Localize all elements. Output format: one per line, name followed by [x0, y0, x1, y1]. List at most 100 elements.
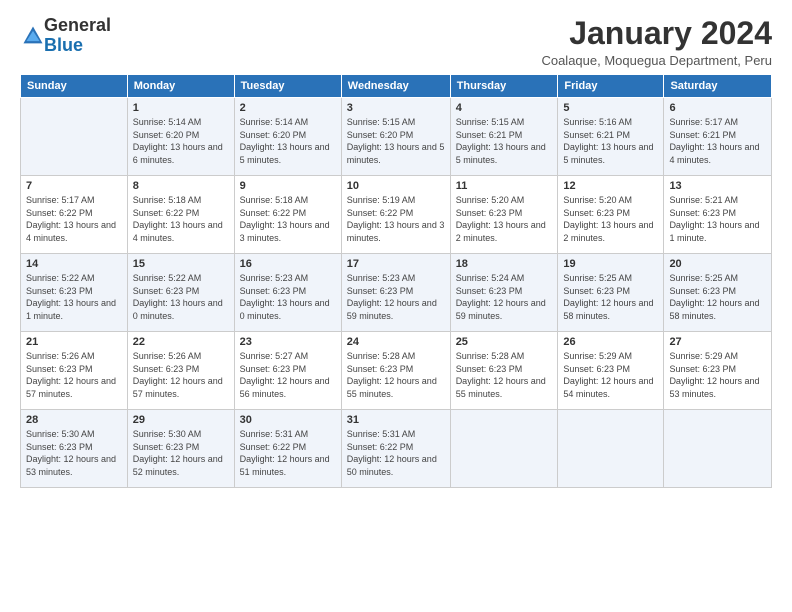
table-row: 12 Sunrise: 5:20 AMSunset: 6:23 PMDaylig…: [558, 176, 664, 254]
table-row: [21, 98, 128, 176]
day-number: 31: [347, 414, 445, 426]
day-info: Sunrise: 5:20 AMSunset: 6:23 PMDaylight:…: [563, 194, 658, 244]
day-info: Sunrise: 5:25 AMSunset: 6:23 PMDaylight:…: [669, 272, 766, 322]
table-row: 16 Sunrise: 5:23 AMSunset: 6:23 PMDaylig…: [234, 254, 341, 332]
day-number: 21: [26, 336, 122, 348]
table-row: 11 Sunrise: 5:20 AMSunset: 6:23 PMDaylig…: [450, 176, 558, 254]
day-info: Sunrise: 5:28 AMSunset: 6:23 PMDaylight:…: [347, 350, 445, 400]
col-thursday: Thursday: [450, 75, 558, 98]
day-info: Sunrise: 5:30 AMSunset: 6:23 PMDaylight:…: [133, 428, 229, 478]
day-number: 24: [347, 336, 445, 348]
day-number: 27: [669, 336, 766, 348]
day-number: 15: [133, 258, 229, 270]
table-row: 4 Sunrise: 5:15 AMSunset: 6:21 PMDayligh…: [450, 98, 558, 176]
day-number: 2: [240, 102, 336, 114]
month-title: January 2024: [541, 16, 772, 51]
day-info: Sunrise: 5:25 AMSunset: 6:23 PMDaylight:…: [563, 272, 658, 322]
day-info: Sunrise: 5:14 AMSunset: 6:20 PMDaylight:…: [240, 116, 336, 166]
day-number: 9: [240, 180, 336, 192]
table-row: 14 Sunrise: 5:22 AMSunset: 6:23 PMDaylig…: [21, 254, 128, 332]
day-info: Sunrise: 5:26 AMSunset: 6:23 PMDaylight:…: [26, 350, 122, 400]
day-number: 29: [133, 414, 229, 426]
day-info: Sunrise: 5:15 AMSunset: 6:20 PMDaylight:…: [347, 116, 445, 166]
day-info: Sunrise: 5:22 AMSunset: 6:23 PMDaylight:…: [26, 272, 122, 322]
table-row: 3 Sunrise: 5:15 AMSunset: 6:20 PMDayligh…: [341, 98, 450, 176]
day-number: 13: [669, 180, 766, 192]
table-row: 28 Sunrise: 5:30 AMSunset: 6:23 PMDaylig…: [21, 410, 128, 488]
table-row: 15 Sunrise: 5:22 AMSunset: 6:23 PMDaylig…: [127, 254, 234, 332]
day-info: Sunrise: 5:16 AMSunset: 6:21 PMDaylight:…: [563, 116, 658, 166]
logo-general-text: General: [44, 15, 111, 35]
day-info: Sunrise: 5:21 AMSunset: 6:23 PMDaylight:…: [669, 194, 766, 244]
table-row: 20 Sunrise: 5:25 AMSunset: 6:23 PMDaylig…: [664, 254, 772, 332]
day-info: Sunrise: 5:31 AMSunset: 6:22 PMDaylight:…: [240, 428, 336, 478]
calendar-table: Sunday Monday Tuesday Wednesday Thursday…: [20, 74, 772, 488]
calendar-header-row: Sunday Monday Tuesday Wednesday Thursday…: [21, 75, 772, 98]
day-number: 7: [26, 180, 122, 192]
day-info: Sunrise: 5:20 AMSunset: 6:23 PMDaylight:…: [456, 194, 553, 244]
day-number: 10: [347, 180, 445, 192]
table-row: 23 Sunrise: 5:27 AMSunset: 6:23 PMDaylig…: [234, 332, 341, 410]
table-row: 10 Sunrise: 5:19 AMSunset: 6:22 PMDaylig…: [341, 176, 450, 254]
day-info: Sunrise: 5:18 AMSunset: 6:22 PMDaylight:…: [133, 194, 229, 244]
day-number: 19: [563, 258, 658, 270]
location: Coalaque, Moquegua Department, Peru: [541, 53, 772, 68]
table-row: 8 Sunrise: 5:18 AMSunset: 6:22 PMDayligh…: [127, 176, 234, 254]
day-number: 8: [133, 180, 229, 192]
table-row: 22 Sunrise: 5:26 AMSunset: 6:23 PMDaylig…: [127, 332, 234, 410]
table-row: 9 Sunrise: 5:18 AMSunset: 6:22 PMDayligh…: [234, 176, 341, 254]
col-friday: Friday: [558, 75, 664, 98]
col-sunday: Sunday: [21, 75, 128, 98]
day-number: 17: [347, 258, 445, 270]
day-number: 14: [26, 258, 122, 270]
day-info: Sunrise: 5:23 AMSunset: 6:23 PMDaylight:…: [240, 272, 336, 322]
page: General Blue January 2024 Coalaque, Moqu…: [0, 0, 792, 612]
day-number: 26: [563, 336, 658, 348]
table-row: 27 Sunrise: 5:29 AMSunset: 6:23 PMDaylig…: [664, 332, 772, 410]
day-number: 25: [456, 336, 553, 348]
table-row: 26 Sunrise: 5:29 AMSunset: 6:23 PMDaylig…: [558, 332, 664, 410]
header: General Blue January 2024 Coalaque, Moqu…: [20, 16, 772, 68]
title-block: January 2024 Coalaque, Moquegua Departme…: [541, 16, 772, 68]
logo: General Blue: [20, 16, 111, 56]
table-row: 17 Sunrise: 5:23 AMSunset: 6:23 PMDaylig…: [341, 254, 450, 332]
day-number: 3: [347, 102, 445, 114]
day-number: 4: [456, 102, 553, 114]
day-info: Sunrise: 5:27 AMSunset: 6:23 PMDaylight:…: [240, 350, 336, 400]
day-number: 30: [240, 414, 336, 426]
col-saturday: Saturday: [664, 75, 772, 98]
table-row: 2 Sunrise: 5:14 AMSunset: 6:20 PMDayligh…: [234, 98, 341, 176]
table-row: 19 Sunrise: 5:25 AMSunset: 6:23 PMDaylig…: [558, 254, 664, 332]
logo-blue-text: Blue: [44, 35, 83, 55]
day-number: 20: [669, 258, 766, 270]
day-info: Sunrise: 5:22 AMSunset: 6:23 PMDaylight:…: [133, 272, 229, 322]
day-number: 5: [563, 102, 658, 114]
table-row: 6 Sunrise: 5:17 AMSunset: 6:21 PMDayligh…: [664, 98, 772, 176]
day-number: 16: [240, 258, 336, 270]
day-number: 28: [26, 414, 122, 426]
day-info: Sunrise: 5:19 AMSunset: 6:22 PMDaylight:…: [347, 194, 445, 244]
day-info: Sunrise: 5:23 AMSunset: 6:23 PMDaylight:…: [347, 272, 445, 322]
table-row: 5 Sunrise: 5:16 AMSunset: 6:21 PMDayligh…: [558, 98, 664, 176]
day-info: Sunrise: 5:17 AMSunset: 6:22 PMDaylight:…: [26, 194, 122, 244]
col-wednesday: Wednesday: [341, 75, 450, 98]
day-info: Sunrise: 5:31 AMSunset: 6:22 PMDaylight:…: [347, 428, 445, 478]
table-row: 31 Sunrise: 5:31 AMSunset: 6:22 PMDaylig…: [341, 410, 450, 488]
table-row: [558, 410, 664, 488]
day-number: 12: [563, 180, 658, 192]
table-row: 21 Sunrise: 5:26 AMSunset: 6:23 PMDaylig…: [21, 332, 128, 410]
table-row: 13 Sunrise: 5:21 AMSunset: 6:23 PMDaylig…: [664, 176, 772, 254]
table-row: 7 Sunrise: 5:17 AMSunset: 6:22 PMDayligh…: [21, 176, 128, 254]
day-info: Sunrise: 5:29 AMSunset: 6:23 PMDaylight:…: [563, 350, 658, 400]
day-info: Sunrise: 5:29 AMSunset: 6:23 PMDaylight:…: [669, 350, 766, 400]
table-row: 29 Sunrise: 5:30 AMSunset: 6:23 PMDaylig…: [127, 410, 234, 488]
table-row: 30 Sunrise: 5:31 AMSunset: 6:22 PMDaylig…: [234, 410, 341, 488]
table-row: [664, 410, 772, 488]
day-info: Sunrise: 5:17 AMSunset: 6:21 PMDaylight:…: [669, 116, 766, 166]
day-info: Sunrise: 5:14 AMSunset: 6:20 PMDaylight:…: [133, 116, 229, 166]
col-tuesday: Tuesday: [234, 75, 341, 98]
day-info: Sunrise: 5:26 AMSunset: 6:23 PMDaylight:…: [133, 350, 229, 400]
col-monday: Monday: [127, 75, 234, 98]
table-row: 24 Sunrise: 5:28 AMSunset: 6:23 PMDaylig…: [341, 332, 450, 410]
day-number: 18: [456, 258, 553, 270]
